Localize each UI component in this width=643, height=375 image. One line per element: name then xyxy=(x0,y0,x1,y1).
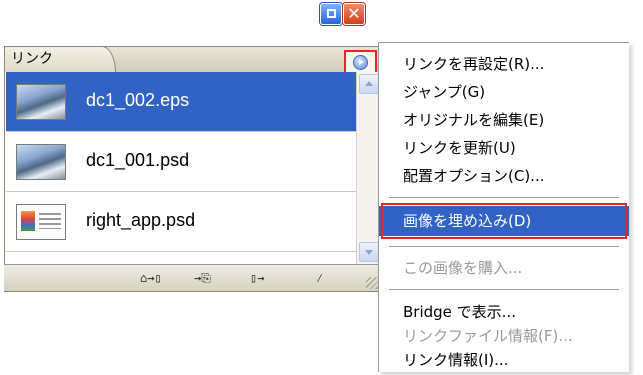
menu-item-relink[interactable]: リンクを再設定(R)... xyxy=(379,49,629,79)
update-link-button[interactable]: ▯→ xyxy=(250,269,264,287)
menu-separator xyxy=(389,289,619,291)
palette-tab-bar: リンク xyxy=(4,46,380,73)
link-name: dc1_002.eps xyxy=(86,90,190,110)
go-to-link-button[interactable]: →⎘ xyxy=(194,269,211,287)
menu-item-placement-options[interactable]: 配置オプション(C)... xyxy=(379,161,629,191)
edit-original-button[interactable]: ⁄ xyxy=(316,269,323,287)
links-list: dc1_002.eps dc1_001.psd right_app.psd xyxy=(4,72,357,264)
link-name: right_app.psd xyxy=(86,210,196,230)
close-button[interactable]: ✕ xyxy=(343,3,365,25)
highlight-frame xyxy=(381,203,627,239)
palette-footer: ⌂→▯ →⎘ ▯→ ⁄ xyxy=(4,264,380,292)
menu-item-go-to[interactable]: ジャンプ(G) xyxy=(379,77,629,107)
link-row[interactable]: dc1_001.psd xyxy=(6,132,356,192)
menu-item-edit-original[interactable]: オリジナルを編集(E) xyxy=(379,105,629,135)
link-name: dc1_001.psd xyxy=(86,150,190,170)
palette-titlebar: ✕ xyxy=(0,0,385,28)
menu-item-update-link[interactable]: リンクを更新(U) xyxy=(379,133,629,163)
scroll-up-button[interactable] xyxy=(359,74,379,94)
menu-item-purchase-image: この画像を購入... xyxy=(403,259,523,277)
tab-links[interactable]: リンク xyxy=(4,46,116,72)
link-row[interactable]: right_app.psd xyxy=(6,192,356,252)
photo-thumbnail-icon xyxy=(16,84,66,120)
links-context-menu: リンクを再設定(R)... ジャンプ(G) オリジナルを編集(E) リンクを更新… xyxy=(378,42,629,372)
photo-thumbnail-icon xyxy=(16,144,66,180)
menu-separator xyxy=(389,246,619,248)
scroll-down-button[interactable] xyxy=(359,242,379,262)
menu-separator xyxy=(389,197,619,199)
relink-button[interactable]: ⌂→▯ xyxy=(140,269,162,287)
resize-grip-icon[interactable] xyxy=(366,277,378,289)
document-thumbnail-icon xyxy=(16,204,66,240)
link-row[interactable]: dc1_002.eps xyxy=(6,72,356,132)
minimize-button[interactable] xyxy=(320,3,342,25)
links-palette: ✕ リンク dc1_002.eps dc1_001.psd right_app.… xyxy=(0,0,385,300)
play-arrow-icon xyxy=(353,55,368,70)
